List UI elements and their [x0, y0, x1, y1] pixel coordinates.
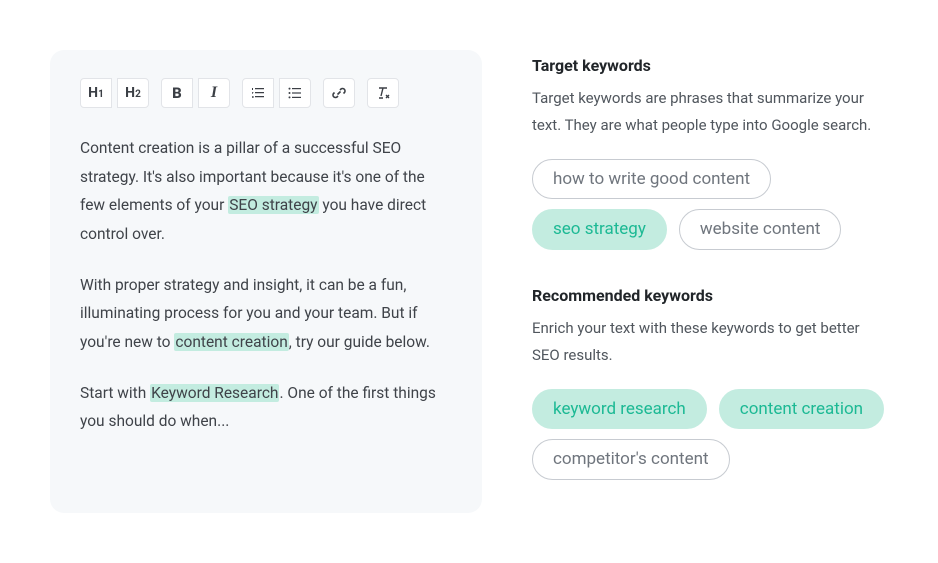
link-group [323, 78, 355, 108]
recommended-keywords-pills: keyword research content creation compet… [532, 389, 888, 480]
editor-paragraph: Content creation is a pillar of a succes… [80, 134, 452, 249]
clear-format-icon [375, 85, 391, 101]
heading-group: H1 H2 [80, 78, 149, 108]
recommended-keywords-section: Recommended keywords Enrich your text wi… [532, 286, 888, 480]
heading-2-button[interactable]: H2 [117, 78, 149, 108]
highlighted-text: SEO strategy [228, 196, 318, 214]
bold-button[interactable]: B [161, 78, 193, 108]
ordered-list-button[interactable] [242, 78, 274, 108]
bold-icon: B [172, 84, 182, 102]
unordered-list-button[interactable] [279, 78, 311, 108]
target-keywords-pills: how to write good content seo strategy w… [532, 159, 888, 250]
highlighted-text: content creation [174, 333, 288, 351]
text: , try our guide below. [289, 333, 430, 351]
clear-group [367, 78, 399, 108]
target-keywords-section: Target keywords Target keywords are phra… [532, 56, 888, 250]
editor-paragraph: Start with Keyword Research. One of the … [80, 379, 452, 436]
text-style-group: B I [161, 78, 230, 108]
heading-1-button[interactable]: H1 [80, 78, 112, 108]
section-description: Target keywords are phrases that summari… [532, 85, 888, 139]
keyword-pill[interactable]: website content [679, 209, 842, 249]
editor-content[interactable]: Content creation is a pillar of a succes… [80, 134, 452, 436]
italic-icon: I [211, 84, 217, 102]
editor-toolbar: H1 H2 B I [80, 78, 452, 108]
editor-paragraph: With proper strategy and insight, it can… [80, 271, 452, 357]
unordered-list-icon [287, 85, 303, 101]
keywords-sidebar: Target keywords Target keywords are phra… [532, 50, 888, 513]
clear-format-button[interactable] [367, 78, 399, 108]
ordered-list-icon [250, 85, 266, 101]
editor-panel: H1 H2 B I [50, 50, 482, 513]
list-group [242, 78, 311, 108]
keyword-pill[interactable]: how to write good content [532, 159, 771, 199]
link-icon [331, 85, 347, 101]
section-title: Target keywords [532, 56, 888, 75]
keyword-pill[interactable]: keyword research [532, 389, 707, 429]
link-button[interactable] [323, 78, 355, 108]
section-title: Recommended keywords [532, 286, 888, 305]
keyword-pill[interactable]: competitor's content [532, 439, 730, 479]
keyword-pill[interactable]: seo strategy [532, 209, 667, 249]
text: Start with [80, 384, 150, 402]
section-description: Enrich your text with these keywords to … [532, 315, 888, 369]
highlighted-text: Keyword Research [150, 384, 279, 402]
keyword-pill[interactable]: content creation [719, 389, 884, 429]
italic-button[interactable]: I [198, 78, 230, 108]
